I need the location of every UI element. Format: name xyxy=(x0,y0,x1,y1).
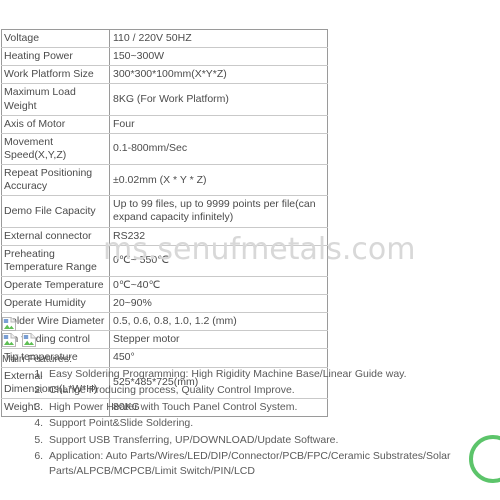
table-row: Operate Humidity 20~90% xyxy=(1,294,328,314)
spec-key: Demo File Capacity xyxy=(1,195,110,228)
spec-value: Four xyxy=(109,115,328,134)
spec-key: Maximum Load Weight xyxy=(1,83,110,116)
table-row: Demo File Capacity Up to 99 files, up to… xyxy=(1,195,328,228)
list-item: High Power Heater with Touch Panel Contr… xyxy=(46,400,498,415)
spec-key: External connector xyxy=(1,227,110,246)
table-row: Heating Power 150~300W xyxy=(1,47,328,67)
broken-image-group xyxy=(2,317,38,349)
table-row: Repeat Positioning Accuracy ±0.02mm (X *… xyxy=(1,164,328,197)
spec-value: 110 / 220V 50HZ xyxy=(109,28,328,49)
spec-value: RS232 xyxy=(109,227,328,246)
spec-value: 150~300W xyxy=(109,47,328,67)
broken-image-icon[interactable] xyxy=(2,333,16,347)
table-row: Operate Temperature 0℃~40℃ xyxy=(1,276,328,296)
list-item: Application: Auto Parts/Wires/LED/DIP/Co… xyxy=(46,449,498,479)
spec-key: Heating Power xyxy=(1,47,110,67)
table-row: Maximum Load Weight 8KG (For Work Platfo… xyxy=(1,83,328,116)
table-row: Movement Speed(X,Y,Z) 0.1-800mm/Sec xyxy=(1,133,328,166)
table-row: Work Platform Size 300*300*100mm(X*Y*Z) xyxy=(1,65,328,85)
broken-image-row-1 xyxy=(2,317,38,333)
table-row: Solder Wire Diameter 0.5, 0.6, 0.8, 1.0,… xyxy=(1,312,328,332)
spec-value: 8KG (For Work Platform) xyxy=(109,83,328,116)
main-features-section: Main Features: Easy Soldering Programmin… xyxy=(2,353,498,480)
table-row: Axis of Motor Four xyxy=(1,115,328,134)
spec-value: Stepper motor xyxy=(109,330,328,350)
main-features-title: Main Features: xyxy=(2,353,73,365)
table-row: Voltage 110 / 220V 50HZ xyxy=(1,28,328,49)
spec-key: Operate Temperature xyxy=(1,276,110,296)
spec-key: Work Platform Size xyxy=(1,65,110,85)
spec-value: 0.1-800mm/Sec xyxy=(109,133,328,166)
list-item: Change Producing process, Quality Contro… xyxy=(46,383,498,398)
list-item: Support USB Transferring, UP/DOWNLOAD/Up… xyxy=(46,433,498,448)
spec-value: Up to 99 files, up to 9999 points per fi… xyxy=(109,195,328,228)
table-row: External connector RS232 xyxy=(1,227,328,246)
spec-value: 0℃~ 550℃ xyxy=(109,245,328,277)
spec-key: Repeat Positioning Accuracy xyxy=(1,164,110,197)
spec-key: Preheating Temperature Range xyxy=(1,245,110,277)
broken-image-row-2 xyxy=(2,333,38,349)
broken-image-icon[interactable] xyxy=(22,333,37,347)
table-row: Preheating Temperature Range 0℃~ 550℃ xyxy=(1,245,328,277)
spec-key: Movement Speed(X,Y,Z) xyxy=(1,133,110,166)
main-features-list: Easy Soldering Programming: High Rigidit… xyxy=(2,367,498,479)
list-item: Support Point&Slide Soldering. xyxy=(46,416,498,431)
spec-value: 0.5, 0.6, 0.8, 1.0, 1.2 (mm) xyxy=(109,312,328,332)
spec-key: Operate Humidity xyxy=(1,294,110,314)
table-row: Tin feeding control Stepper motor xyxy=(1,330,328,350)
spec-value: 0℃~40℃ xyxy=(109,276,328,296)
list-item: Easy Soldering Programming: High Rigidit… xyxy=(46,367,498,382)
spec-value: 300*300*100mm(X*Y*Z) xyxy=(109,65,328,85)
spec-value: ±0.02mm (X * Y * Z) xyxy=(109,164,328,197)
spec-key: Axis of Motor xyxy=(1,115,110,134)
broken-image-icon[interactable] xyxy=(2,317,16,331)
spec-value: 20~90% xyxy=(109,294,328,314)
spec-key: Voltage xyxy=(1,28,110,49)
